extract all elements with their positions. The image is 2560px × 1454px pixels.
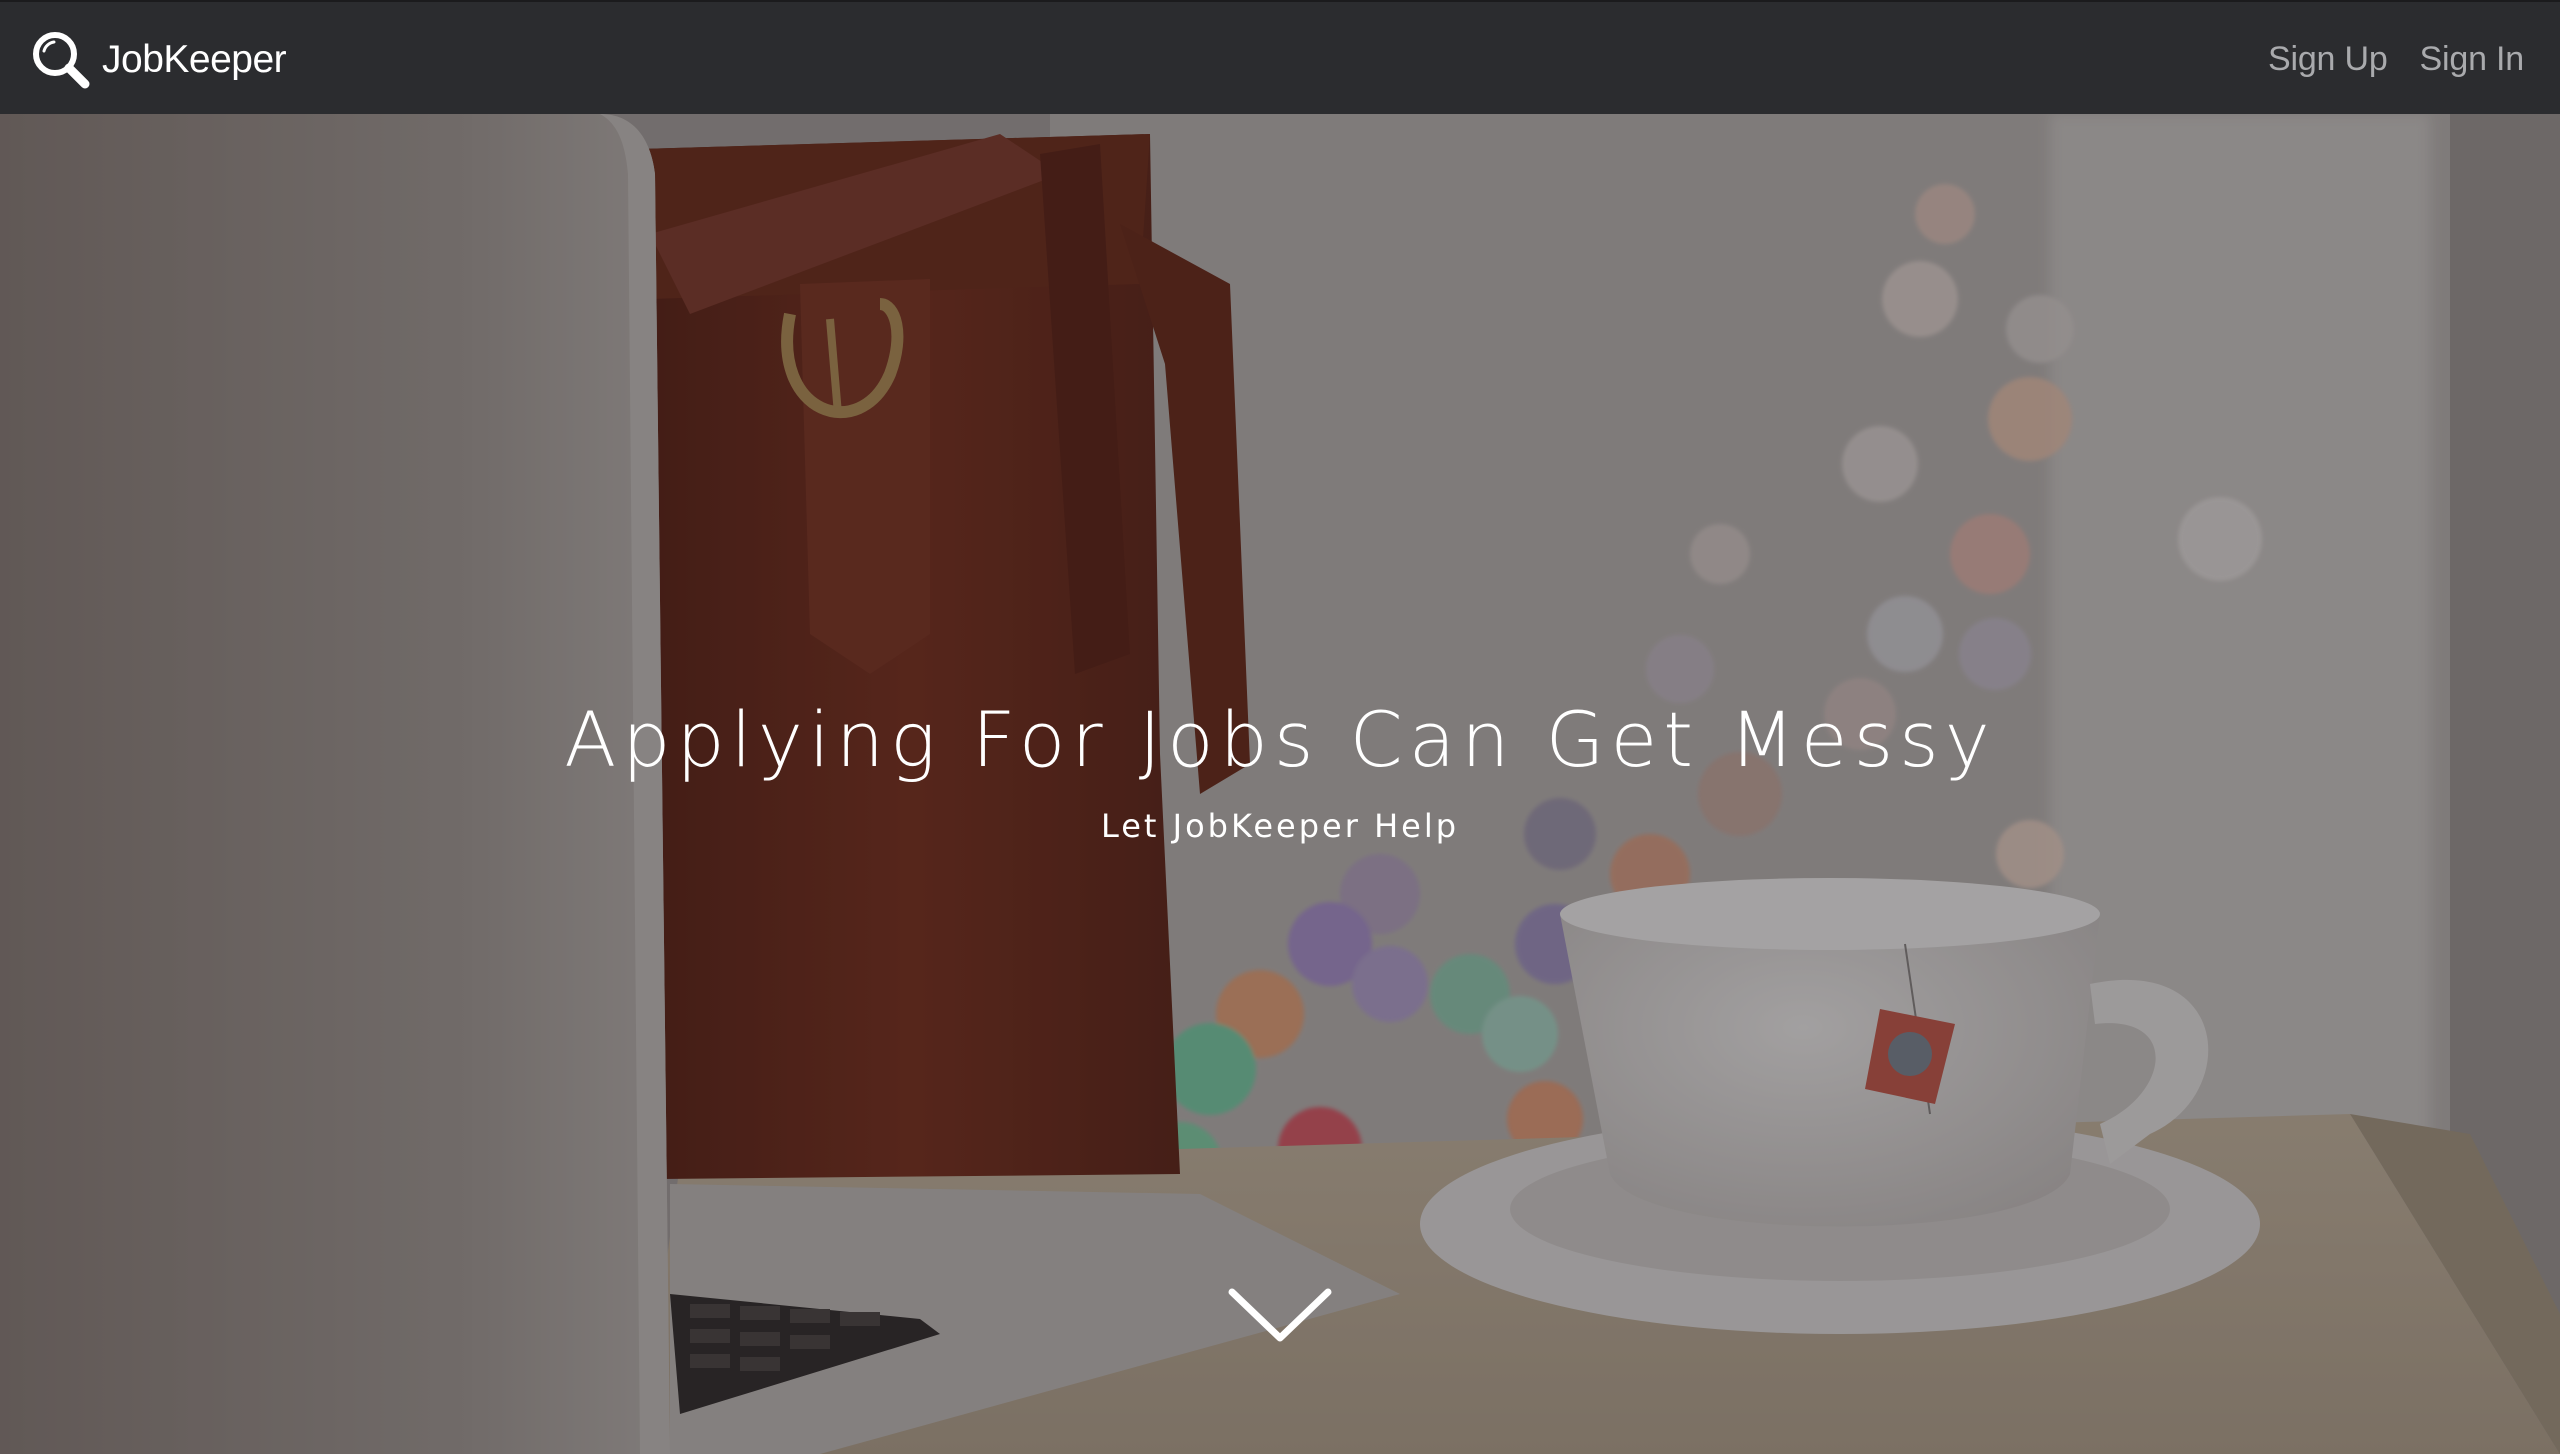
hero-section: Applying For Jobs Can Get Messy Let JobK… <box>0 114 2560 1454</box>
sign-up-link[interactable]: Sign Up <box>2268 40 2388 79</box>
brand-logo-link[interactable]: JobKeeper <box>30 28 287 92</box>
chevron-down-icon[interactable] <box>1228 1286 1332 1346</box>
hero-subtitle: Let JobKeeper Help <box>1100 807 1460 846</box>
nav-links: Sign Up Sign In <box>2268 2 2524 116</box>
top-navbar: JobKeeper Sign Up Sign In <box>0 0 2560 114</box>
sign-in-link[interactable]: Sign In <box>2420 40 2525 79</box>
hero-text-block: Applying For Jobs Can Get Messy Let JobK… <box>0 694 2560 845</box>
brand-name: JobKeeper <box>102 38 287 81</box>
magnifier-icon <box>33 32 90 89</box>
hero-title: Applying For Jobs Can Get Messy <box>564 695 1996 784</box>
